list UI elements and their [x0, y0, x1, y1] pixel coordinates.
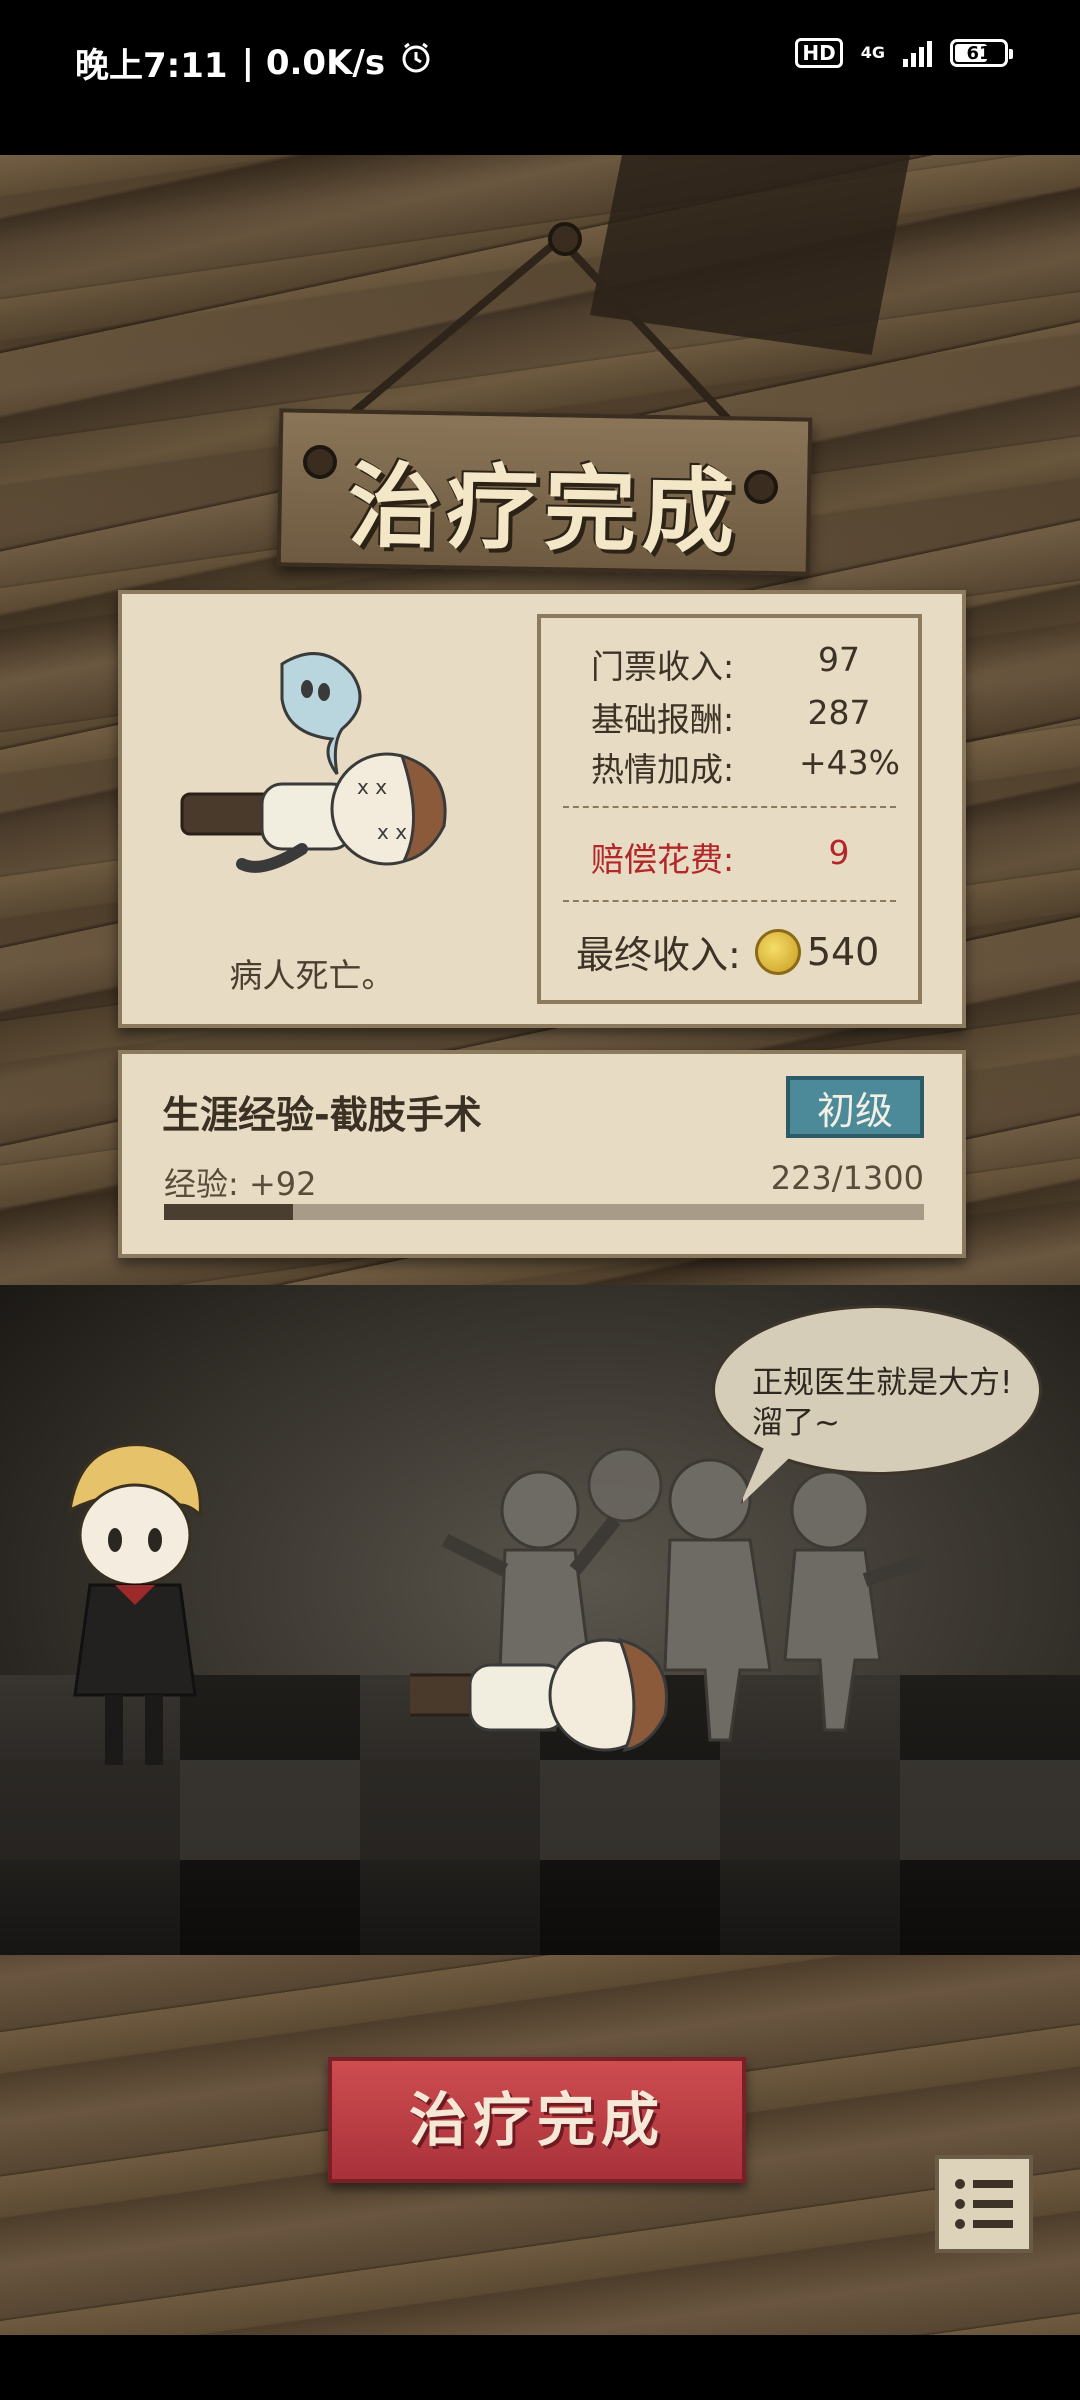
- divider: [563, 900, 896, 902]
- final-income-label: 最终收入:: [576, 933, 741, 977]
- exp-count: 223/1300: [770, 1159, 924, 1197]
- exp-progress-fill: [164, 1204, 294, 1220]
- status-bar: 晚上7:11 | 0.0K/s HD 4G 61: [0, 0, 1080, 155]
- stat-passion-bonus: 热情加成: +43%: [591, 743, 900, 789]
- network-speed: | 0.0K/s: [241, 42, 386, 83]
- exp-progress-bar: [164, 1204, 924, 1220]
- final-income-value: 540: [806, 929, 880, 974]
- stat-base-pay: 基础报酬: 287: [591, 693, 871, 739]
- doctor-character: [68, 1443, 202, 1765]
- death-message: 病人死亡。: [229, 956, 395, 995]
- level-badge: 初级: [786, 1076, 924, 1138]
- nail-icon: [303, 445, 337, 479]
- coin-icon: [754, 928, 801, 975]
- bottom-bar: [0, 2335, 1080, 2400]
- sign-title: 治疗完成: [347, 451, 742, 567]
- income-panel: 门票收入: 97 基础报酬: 287 热情加成: +43% 赔偿花费: 9 最终收入: …: [537, 614, 922, 1004]
- nail-icon: [744, 470, 778, 504]
- knot-icon: [548, 222, 582, 256]
- career-title: 生涯经验-截肢手术: [162, 1093, 482, 1137]
- svg-text:x x: x x: [377, 820, 407, 844]
- alarm-icon: [399, 41, 433, 84]
- title-sign: 治疗完成: [276, 408, 813, 576]
- treatment-done-button[interactable]: 治疗完成: [328, 2057, 746, 2183]
- result-card: x x x x 病人死亡。 门票收入: 97 基础报酬: 287 热情加成: +43%…: [118, 590, 966, 1028]
- stat-ticket: 门票收入: 97: [591, 640, 860, 686]
- list-icon[interactable]: [935, 2155, 1033, 2253]
- clock: 晚上7:11: [75, 46, 228, 86]
- speech-text: 正规医生就是大方!溜了~: [752, 1365, 1013, 1441]
- final-income: 最终收入: 540: [576, 924, 879, 979]
- crowd-silhouettes: [410, 1447, 928, 1753]
- svg-text:x x: x x: [357, 775, 387, 799]
- dead-patient-illustration: x x x x: [180, 652, 447, 873]
- stat-penalty: 赔偿花费: 9: [591, 833, 850, 879]
- exp-gain: 经验: +92: [164, 1165, 317, 1203]
- signal-icon: [903, 39, 932, 67]
- hd-icon: HD: [795, 38, 843, 68]
- network-type: 4G: [860, 43, 885, 62]
- career-card: 生涯经验-截肢手术 初级 经验: +92 223/1300: [118, 1050, 966, 1258]
- divider: [563, 806, 896, 808]
- battery-icon: 61: [950, 39, 1013, 67]
